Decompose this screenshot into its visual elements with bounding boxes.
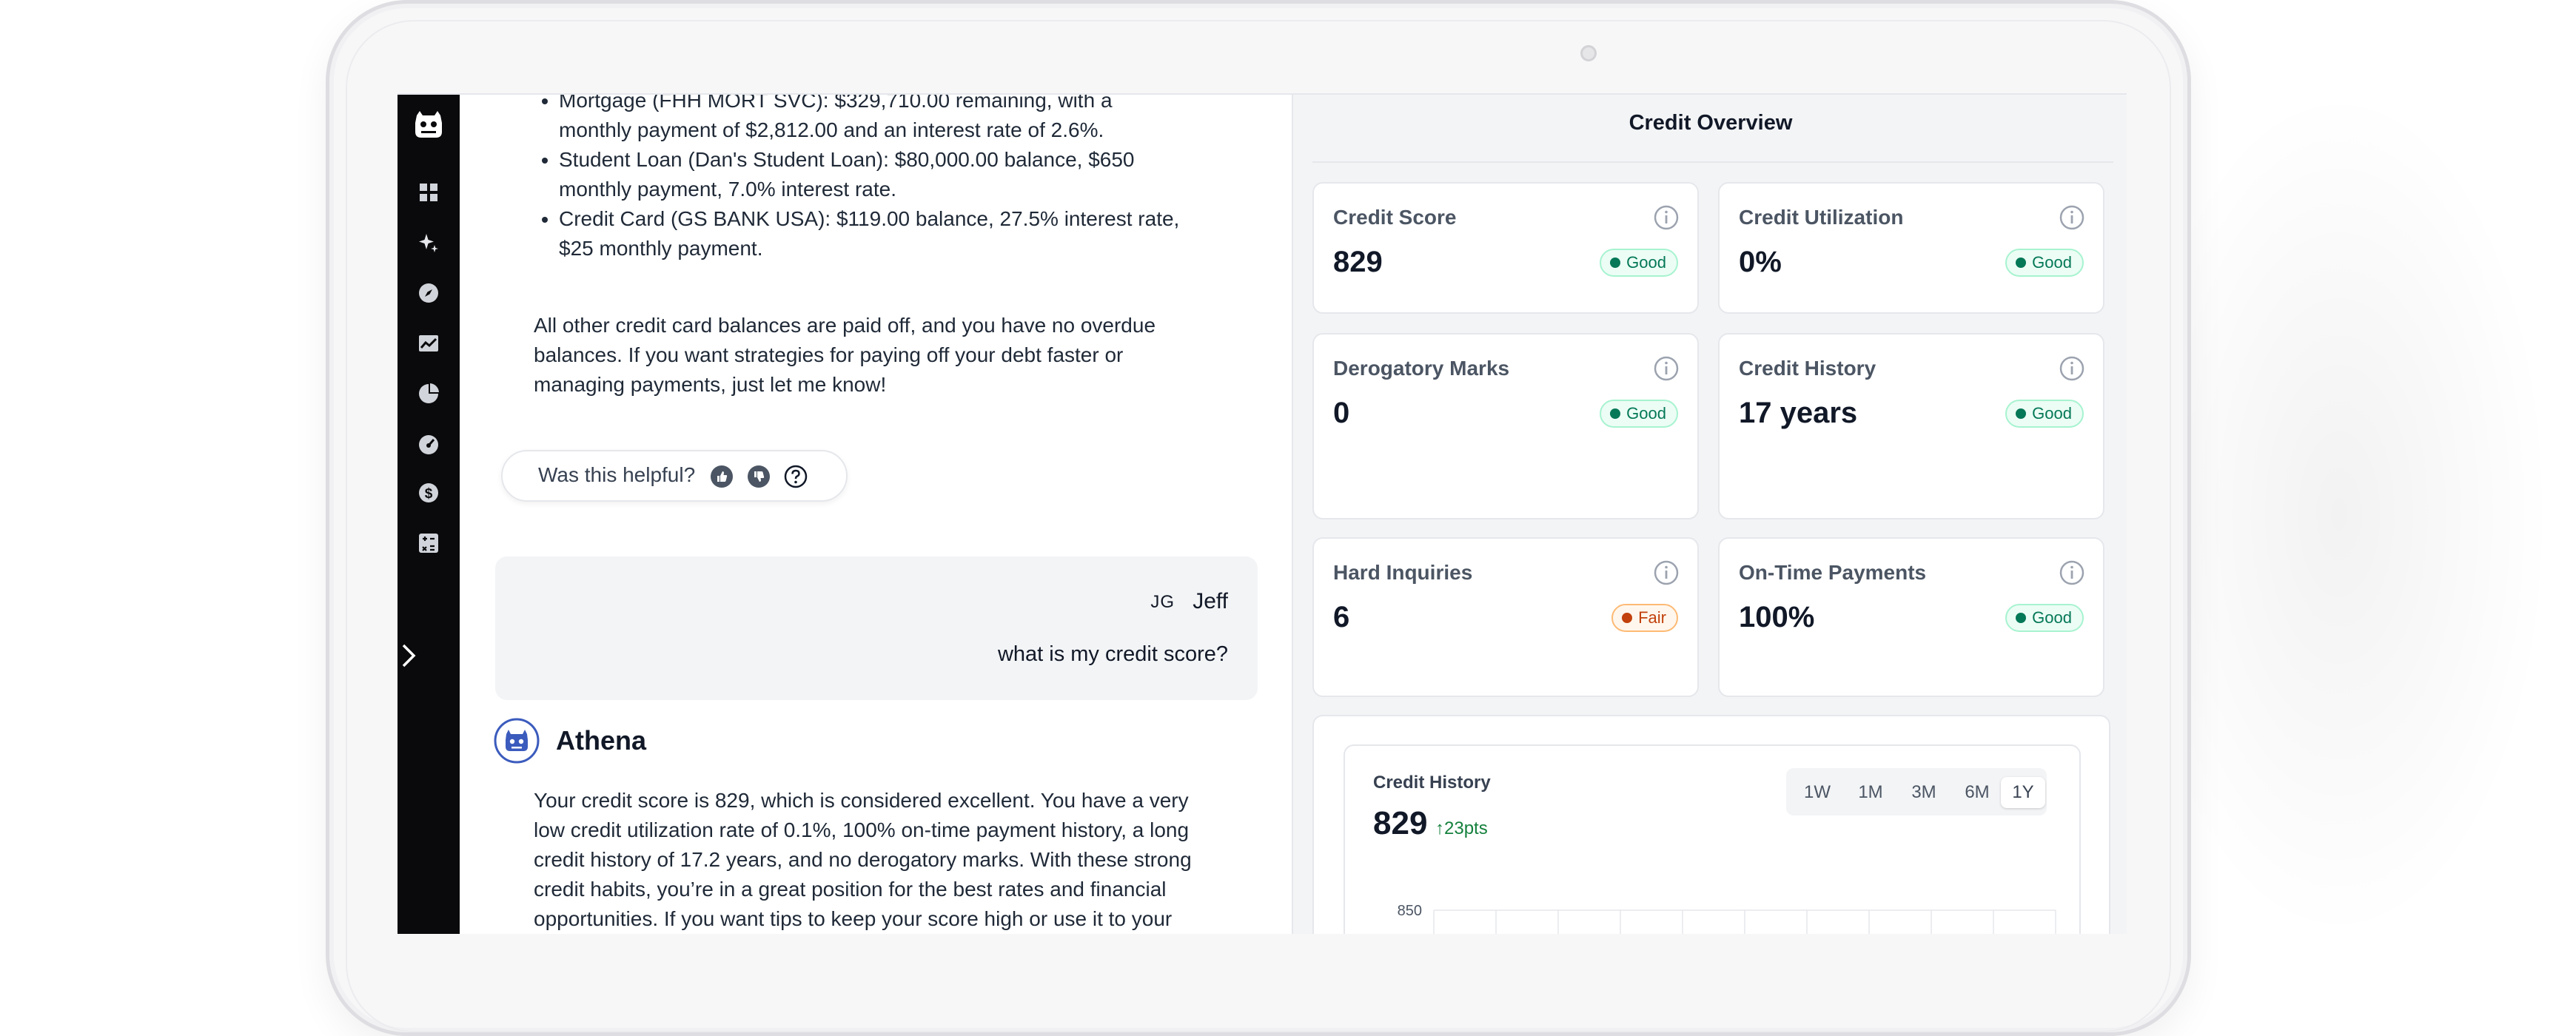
credit-utilization-card[interactable]: Credit Utilization 0% Good [1718, 182, 2104, 314]
card-value: 0% [1739, 246, 1782, 278]
credit-score-card[interactable]: Credit Score 829 Good [1312, 182, 1699, 314]
calculator-icon[interactable] [417, 531, 440, 555]
help-icon[interactable] [784, 465, 808, 488]
info-icon[interactable] [2059, 204, 2085, 231]
credit-history-line-chart: 850 [1398, 903, 2056, 934]
status-label: Good [2032, 253, 2072, 272]
status-badge: Fair [1611, 604, 1678, 632]
feedback-bar: Was this helpful? [501, 450, 848, 502]
assistant-name: Athena [556, 725, 647, 756]
info-icon[interactable] [1653, 559, 1680, 586]
card-title: On-Time Payments [1739, 561, 1927, 584]
list-item: Student Loan (Dan's Student Loan): $80,0… [559, 145, 1181, 204]
status-dot [1610, 258, 1621, 268]
camera-icon [1580, 45, 1597, 61]
user-message: JG Jeff what is my credit score? [495, 556, 1258, 700]
status-dot [2016, 408, 2027, 419]
sparkle-icon[interactable] [417, 231, 440, 255]
derogatory-marks-card[interactable]: Derogatory Marks 0 Good [1312, 333, 1699, 519]
card-title: Credit Score [1333, 206, 1457, 229]
hard-inquiries-card[interactable]: Hard Inquiries 6 Fair [1312, 537, 1699, 697]
assistant-message-text: All other credit card balances are paid … [534, 314, 1156, 396]
user-name: Jeff [1193, 589, 1228, 613]
assistant-message-text: Your credit score is 829, which is consi… [534, 789, 1192, 930]
status-dot [1610, 408, 1621, 419]
info-icon[interactable] [1653, 355, 1680, 382]
debt-list: Mortgage (FHH MORT SVC): $329,710.00 rem… [534, 95, 1181, 263]
divider [1312, 161, 2113, 163]
chat-panel: Mortgage (FHH MORT SVC): $329,710.00 rem… [460, 95, 1292, 934]
card-value: 0 [1333, 397, 1350, 429]
card-value: 100% [1739, 601, 1815, 633]
info-icon[interactable] [2059, 355, 2085, 382]
status-badge: Good [2005, 400, 2084, 428]
expand-chevron-icon[interactable] [399, 641, 421, 670]
app-screen: $ Mortgage (FHH MORT SVC): $329,710.00 r… [398, 93, 2127, 934]
status-badge: Good [1600, 400, 1678, 428]
list-item: Credit Card (GS BANK USA): $119.00 balan… [559, 204, 1181, 263]
thumbs-down-icon[interactable] [747, 465, 771, 488]
card-title: Credit Utilization [1739, 206, 1904, 229]
sidebar: $ [398, 95, 460, 934]
avatar: JG [1150, 592, 1175, 612]
info-icon[interactable] [2059, 559, 2085, 586]
trend-chart-icon[interactable] [417, 332, 440, 355]
status-label: Good [1626, 404, 1666, 423]
gauge-icon[interactable] [417, 432, 440, 456]
status-label: Good [1626, 253, 1666, 272]
card-value: 6 [1333, 601, 1350, 633]
assistant-avatar-icon [494, 718, 540, 764]
background-shadow [2132, 96, 2546, 932]
credit-history-chart-container: Credit History 829 ↑23pts 1W 1M 3M 6M 1Y… [1312, 715, 2110, 934]
credit-history-chart-card: Credit History 829 ↑23pts 1W 1M 3M 6M 1Y… [1344, 744, 2081, 934]
status-dot [1622, 613, 1633, 623]
status-badge: Good [2005, 249, 2084, 277]
pie-chart-icon[interactable] [417, 382, 440, 406]
status-badge: Good [1600, 249, 1678, 277]
dollar-icon[interactable]: $ [417, 481, 440, 505]
feedback-label: Was this helpful? [538, 463, 696, 486]
status-badge: Good [2005, 604, 2084, 632]
app-logo-icon[interactable] [412, 108, 445, 141]
svg-text:$: $ [425, 486, 433, 502]
panel-title: Credit Overview [1629, 111, 1793, 135]
thumbs-up-icon[interactable] [710, 465, 734, 488]
status-label: Good [2032, 608, 2072, 627]
card-title: Credit History [1739, 357, 1876, 380]
dashboard-icon[interactable] [417, 181, 440, 204]
y-tick-label: 850 [1398, 903, 1422, 919]
card-title: Hard Inquiries [1333, 561, 1473, 584]
list-item: Mortgage (FHH MORT SVC): $329,710.00 rem… [559, 95, 1181, 145]
credit-overview-panel: Credit Overview Credit Score 829 Good Cr… [1292, 95, 2127, 934]
status-label: Good [2032, 404, 2072, 423]
user-message-text: what is my credit score? [997, 642, 1228, 666]
card-value: 17 years [1739, 397, 1858, 429]
status-label: Fair [1638, 608, 1666, 627]
credit-history-card[interactable]: Credit History 17 years Good [1718, 333, 2104, 519]
on-time-payments-card[interactable]: On-Time Payments 100% Good [1718, 537, 2104, 697]
status-dot [2016, 613, 2027, 623]
compass-icon[interactable] [417, 281, 440, 305]
info-icon[interactable] [1653, 204, 1680, 231]
status-dot [2016, 258, 2027, 268]
card-value: 829 [1333, 246, 1383, 278]
card-title: Derogatory Marks [1333, 357, 1510, 380]
